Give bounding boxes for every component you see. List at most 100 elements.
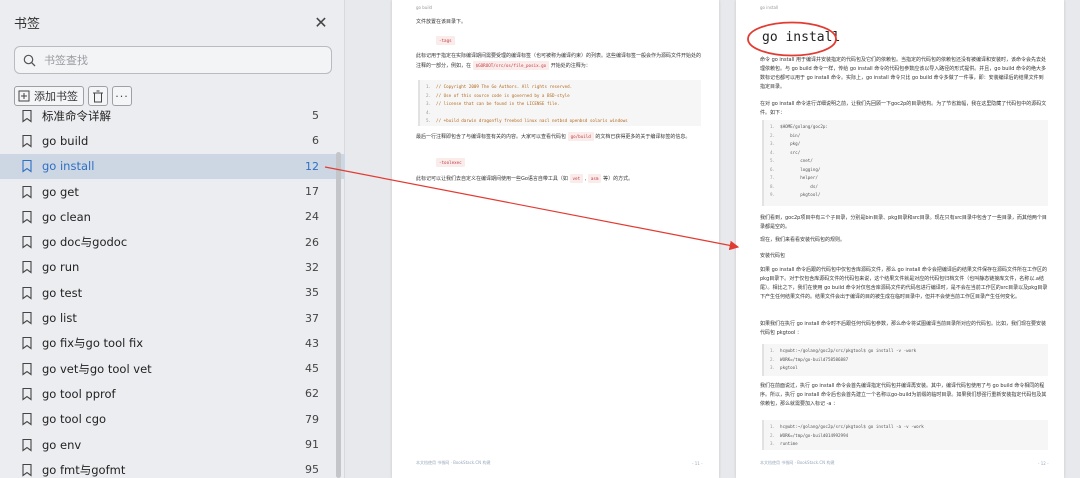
close-icon[interactable]: ✕ [312,13,330,32]
paragraph: 现在，我们来看看安装代码包的规则。 [760,237,846,243]
bookmark-page-number: 12 [305,159,319,173]
page-number: - 12 - [1038,461,1049,466]
bookmark-icon [22,362,32,376]
code-line: 3. pkg/ [770,141,801,146]
code-line: 2. WORK=/tmp/go-build014992994 [770,432,849,438]
paragraph: 命令 go install 用于编译并安装指定的代码包及它们的依赖包。当指定的代… [760,57,1046,90]
text: 最后一行注释即包含了与编译标签有关的内容。大家可以查看代码包 [416,134,567,140]
bookmark-label: go fix与go tool fix [42,336,144,351]
more-icon: ··· [115,89,129,103]
bookmark-label: go env [42,437,82,452]
code-line: 2. WORK=/tmp/go-build758586887 [770,356,849,362]
code-line: 1. hc@ubt:~/golang/goc2p/src/pkgtool$ go … [770,348,917,353]
code-inline: asm [587,174,602,183]
bookmark-icon [22,286,32,300]
bookmark-page-number: 37 [305,311,319,325]
bookmark-page-number: 91 [305,438,319,451]
bookmark-label: go tool cgo [42,412,107,427]
code-line: 2.// Use of this source code is governed… [426,92,570,98]
bookmark-icon [22,387,32,401]
code-line: 7. helper/ [770,175,818,180]
code-line: 3. pkgtool [770,365,798,370]
code-line: 4. src/ [770,149,801,155]
paragraph: 我们看到，goc2p项目中有三个子目录，分别是bin目录、pkg目录和src目录… [760,215,1047,230]
search-icon [23,54,36,66]
bookmark-label: go vet与go tool vet [42,361,152,376]
code-block: 1.// Copyright 2009 The Go Authors. All … [418,80,701,126]
tag-label: -toolexec [436,158,465,168]
code-line: 3. runtime [770,441,798,446]
bookmark-page-number: 32 [305,260,319,274]
code-line: 1. hc@ubt:~/golang/goc2p/src/pkgtool$ go … [770,424,924,429]
page-footer: 本文档使用 书栈网 · BookStack.CN 构建 [416,460,491,465]
bookmark-item[interactable]: go vet与go tool vet 45 [0,356,345,381]
bookmark-page-number: 24 [305,210,319,224]
text: 的文档已获得更多的关于编译标签的信息。 [595,134,691,140]
bookmark-label: go install [42,159,95,174]
bookmark-icon [22,185,32,199]
text: 此标记可以让我们去自定义在编译期间使用一些Go语言自带工具（如 [416,176,568,182]
bookmark-page-number: 17 [305,185,319,199]
bookmark-icon [22,109,32,123]
code-line: 1. $HOME/golang/goc2p: [770,124,828,129]
bookmark-item[interactable]: go install 12 [0,153,345,179]
bookmark-icon [22,210,32,224]
bookmark-item[interactable]: go doc与godoc 26 [0,229,345,254]
bookmark-panel-title: 书签 [14,16,41,32]
bookmark-item[interactable]: go build 6 [0,128,345,153]
bookmark-icon [22,337,32,350]
text: 开始处的注释为： [550,63,591,69]
code-block: 1. hc@ubt:~/golang/goc2p/src/pkgtool$ go … [762,344,1048,376]
tag-label: -tags [436,36,455,46]
bookmark-item[interactable]: go clean 24 [0,204,345,229]
page-number: - 11 - [692,461,703,466]
bookmark-page-number: 26 [305,235,319,249]
bookmark-label: go tool pprof [42,386,116,401]
trash-icon [93,90,103,102]
bookmark-icon [22,134,32,148]
bookmark-item[interactable]: go env 91 [0,432,345,457]
bookmark-item[interactable]: go fix与go tool fix 43 [0,331,345,356]
bookmark-label: go doc与godoc [42,235,128,250]
bookmark-item[interactable]: go get 17 [0,179,345,204]
bookmark-item[interactable]: 标准命令详解 5 [0,103,345,128]
bookmark-scrollbar[interactable] [336,152,341,478]
bookmark-page-number: 35 [305,286,319,300]
code-inline: -tags [436,36,455,45]
bookmark-label: 标准命令详解 [42,108,111,123]
bookmark-label: go list [42,311,77,326]
bookmark-item[interactable]: go fmt与gofmt 95 [0,457,345,478]
paragraph: 我们在前面说过，执行 go install 命令会首先编译指定代码包并编译再安装… [760,383,1047,407]
bookmark-label: go fmt与gofmt [42,462,126,477]
pdf-page-12: go install go install 命令 go install 用于编译… [736,0,1064,478]
code-line: 3.// license that can be found in the LI… [426,101,560,106]
bookmark-page-number: 5 [312,109,319,123]
bookmark-icon [22,438,32,452]
code-line: 2. bin/ [770,132,801,138]
bookmark-search-input[interactable] [44,53,304,67]
page-header: go install [760,5,779,10]
code-block: 1. $HOME/golang/goc2p: 2. bin/3. pkg/4. sr… [762,120,1048,206]
code-line: 9. pkgtool/ [770,192,821,197]
code-line: 6. logging/ [770,166,821,172]
bookmark-item[interactable]: go tool pprof 62 [0,381,345,406]
annotation-circle [747,21,837,57]
add-bookmark-label: 添加书签 [34,90,78,103]
add-bookmark-icon [18,90,30,102]
page-header: go build [416,5,433,10]
paragraph: 如果我们在执行 go install 命令时不后跟任何代码包参数，那么命令将试图… [760,321,1046,336]
bookmark-label: go test [42,285,83,300]
paragraph: 在对 go install 命令进行详细说明之前，让我们先回顾一下goc2p的目… [760,101,1047,116]
text: 等）的方式。 [603,176,634,182]
paragraph: 此标记可以让我们去自定义在编译期间使用一些Go语言自带工具（如 vet , as… [416,174,634,183]
code-inline: -toolexec [436,158,465,167]
bookmark-label: go build [42,133,89,148]
bookmark-item[interactable]: go run 32 [0,255,345,280]
code-line: 8. ds/ [770,183,818,189]
bookmark-item[interactable]: go test 35 [0,280,345,305]
bookmark-item[interactable]: go tool cgo 79 [0,407,345,432]
page-footer: 本文档使用 书栈网 · BookStack.CN 构建 [760,460,835,465]
bookmark-label: go clean [42,209,91,224]
bookmark-item[interactable]: go list 37 [0,305,345,330]
bookmark-search[interactable] [14,46,332,74]
